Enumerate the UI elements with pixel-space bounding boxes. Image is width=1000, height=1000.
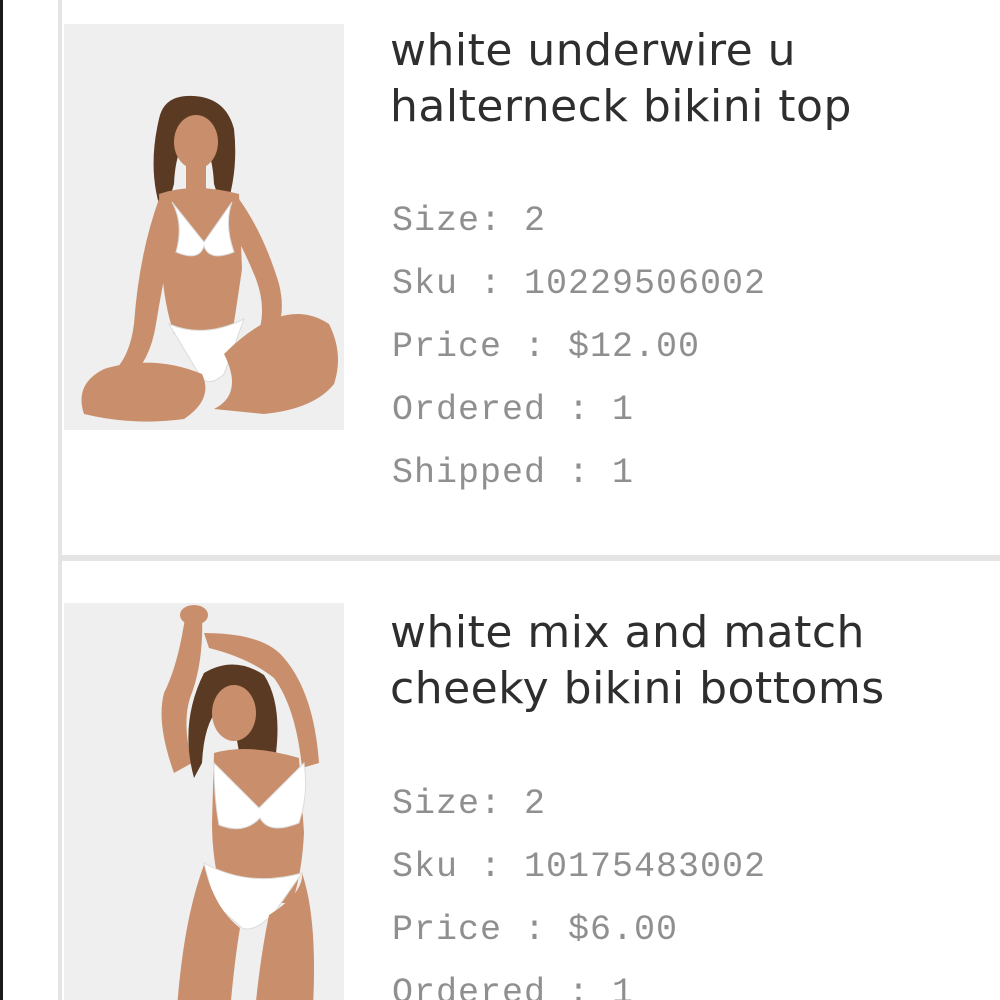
size-label: Size: 2 [392,201,547,241]
sku-label: Sku : 10229506002 [392,264,767,304]
seated-model-illustration [64,24,344,430]
product-details-1: Size: 2 Sku : 10229506002 Price : $12.00… [392,190,766,505]
shipped-label: Shipped : 1 [392,453,635,493]
product-image-2[interactable] [64,603,344,1000]
order-item-1: white underwire u halterneck bikini top … [58,0,1000,561]
size-label: Size: 2 [392,784,547,824]
product-name-1-line1: white underwire u [390,25,797,76]
standing-model-illustration [64,603,344,1000]
price-label: Price : $6.00 [392,910,679,950]
product-name-2[interactable]: white mix and match cheeky bikini bottom… [390,605,990,717]
product-details-2: Size: 2 Sku : 10175483002 Price : $6.00 … [392,773,766,1000]
left-border [0,0,3,1000]
ordered-label: Ordered : 1 [392,973,635,1000]
price-label: Price : $12.00 [392,327,701,367]
product-name-2-line2: cheeky bikini bottoms [390,663,885,714]
product-image-1[interactable] [64,24,344,430]
order-details-page: white underwire u halterneck bikini top … [0,0,1000,1000]
product-name-1[interactable]: white underwire u halterneck bikini top [390,23,990,135]
order-item-2: white mix and match cheeky bikini bottom… [58,561,1000,1000]
product-name-1-line2: halterneck bikini top [390,81,852,132]
sku-label: Sku : 10175483002 [392,847,767,887]
product-name-2-line1: white mix and match [390,607,865,658]
ordered-label: Ordered : 1 [392,390,635,430]
